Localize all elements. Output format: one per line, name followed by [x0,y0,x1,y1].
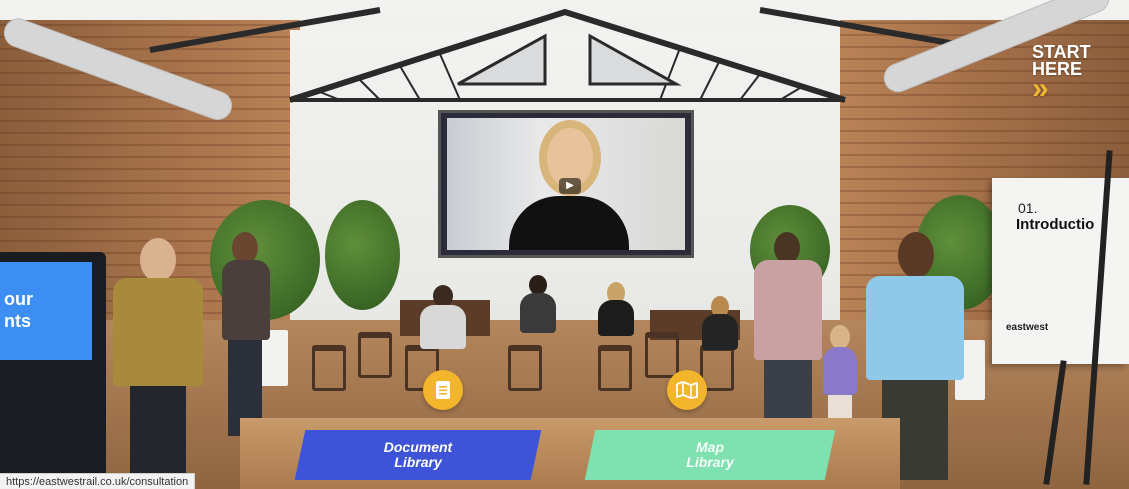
map-library-button[interactable] [667,370,707,410]
roof-windows [457,33,682,86]
status-bar-url: https://eastwestrail.co.uk/consultation [0,473,196,489]
standing-man-left [108,238,208,478]
video-frame: ▶ [447,118,685,250]
document-library-line-2: Library [394,454,442,470]
seated-person [408,285,478,355]
presenter-body [509,196,629,250]
double-chevron-right-icon: » [1032,72,1049,105]
chair [645,332,679,378]
board-title: Introductio [1016,216,1095,233]
eastwest-logo: eastwest [1006,322,1049,333]
map-library-pad[interactable]: Map Library [584,430,836,480]
map-icon [676,381,698,399]
board-number: 01. [1018,200,1038,216]
chair [358,332,392,378]
chair [312,345,346,391]
plant-left-2 [325,200,400,310]
document-library-label: Document Library [363,439,473,470]
kiosk-line-2: nts [4,311,31,331]
video-screen[interactable]: ▶ [438,110,694,258]
seated-person [516,275,560,345]
document-library-line-1: Document [383,439,453,455]
map-library-line-1: Map [696,439,724,455]
kiosk-line-1: our [4,289,33,309]
start-here-button[interactable]: START HERE » [1032,43,1112,105]
document-library-button[interactable] [423,370,463,410]
kiosk-screen[interactable]: our nts [0,262,92,360]
chair [598,345,632,391]
start-here-line-2: HERE [1032,59,1083,79]
seated-person [594,282,638,346]
seated-person [698,296,742,356]
map-library-line-2: Library [686,454,734,470]
ducts [3,0,1110,120]
document-icon [436,381,450,399]
chair [508,345,542,391]
virtual-room-scene: ▶ our nts 01. Introductio eastwest START… [0,0,1129,489]
kiosk[interactable]: our nts [0,252,106,482]
document-library-pad[interactable]: Document Library [294,430,542,480]
map-library-label: Map Library [655,439,765,470]
standing-man-phone [218,232,274,442]
play-icon[interactable]: ▶ [559,178,581,194]
